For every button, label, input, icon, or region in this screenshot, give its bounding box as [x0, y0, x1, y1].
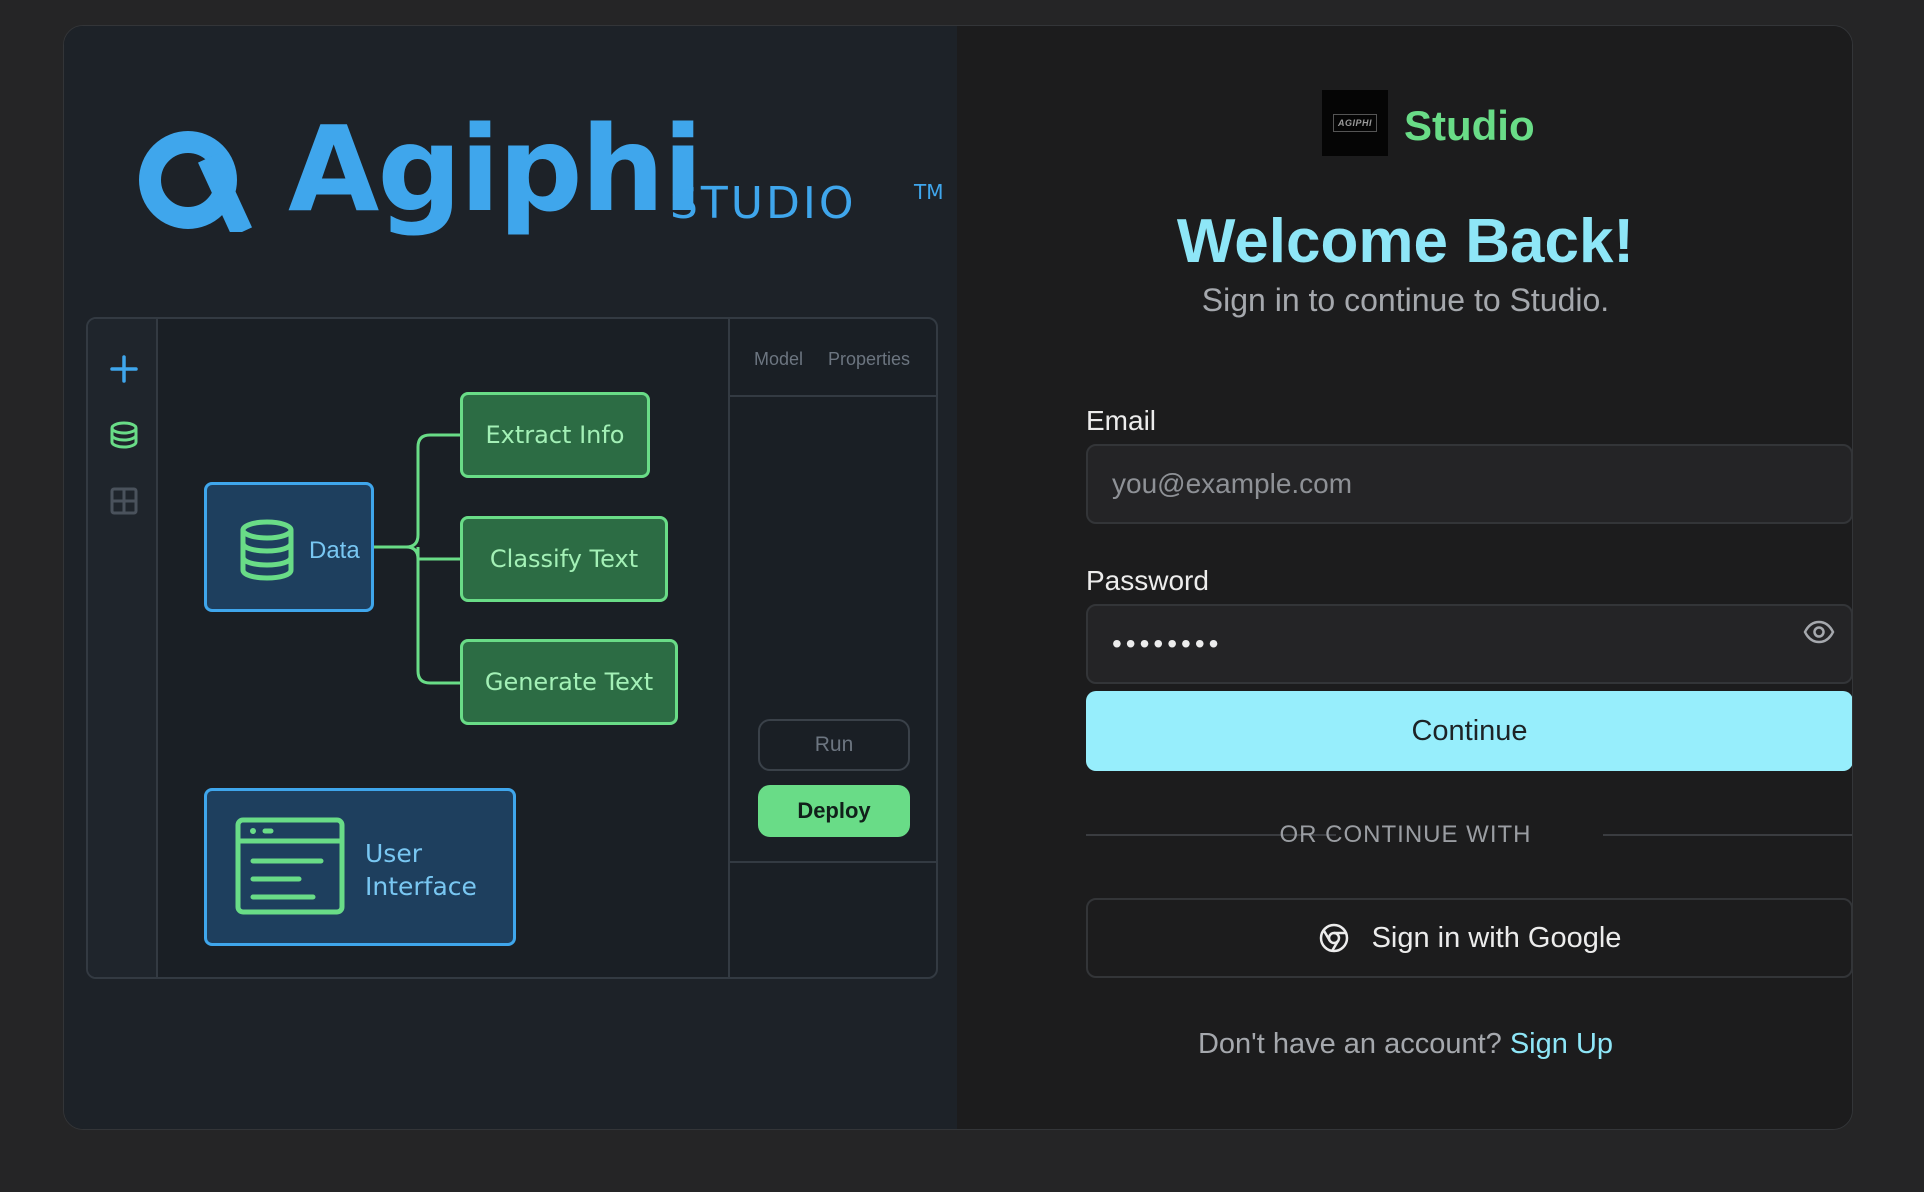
- panel-tabs: Model Properties: [730, 319, 936, 397]
- signup-prompt: Don't have an account?: [1197, 1028, 1502, 1060]
- properties-panel: Model Properties Run Deploy: [728, 319, 936, 977]
- login-card: Agiphi STUDIO TM Data Extract Info Class…: [63, 25, 1853, 1130]
- password-input[interactable]: [1086, 604, 1852, 684]
- logo-studio: STUDIO: [670, 178, 857, 229]
- node-data[interactable]: Data: [204, 482, 374, 612]
- email-label: Email: [1086, 405, 1157, 436]
- editor-mockup: Data Extract Info Classify Text Generate…: [86, 317, 938, 979]
- email-input[interactable]: [1086, 444, 1852, 524]
- run-button[interactable]: Run: [758, 719, 910, 771]
- chrome-icon: [1319, 923, 1348, 953]
- signup-row: Don't have an account? Sign Up: [957, 1028, 1852, 1061]
- tab-properties[interactable]: Properties: [828, 349, 910, 370]
- page-title: Welcome Back!: [1176, 207, 1635, 276]
- brand-logo: AGIPHI: [1322, 90, 1388, 156]
- logo-trademark: TM: [914, 180, 944, 204]
- window-icon: [235, 817, 345, 915]
- continue-button[interactable]: Continue: [1086, 691, 1852, 771]
- brand-name: Studio: [1404, 102, 1535, 149]
- node-generate-text[interactable]: Generate Text: [460, 639, 678, 725]
- google-signin-label: Sign in with Google: [1371, 921, 1622, 954]
- node-classify-text[interactable]: Classify Text: [460, 516, 668, 602]
- logo-wordmark: Agiphi: [288, 100, 703, 238]
- google-signin-button[interactable]: Sign in with Google: [1086, 898, 1852, 978]
- database-icon: [240, 519, 294, 581]
- promo-panel: Agiphi STUDIO TM Data Extract Info Class…: [64, 26, 957, 1129]
- login-panel: AGIPHI Studio Welcome Back! Sign in to c…: [957, 26, 1852, 1129]
- password-label: Password: [1086, 565, 1209, 596]
- node-extract-info[interactable]: Extract Info: [460, 392, 650, 478]
- node-data-label: Data: [309, 537, 360, 564]
- panel-divider: [730, 861, 936, 863]
- tab-model[interactable]: Model: [754, 349, 803, 370]
- deploy-button[interactable]: Deploy: [758, 785, 910, 837]
- eye-icon[interactable]: [1802, 615, 1836, 649]
- page-subtitle: Sign in to continue to Studio.: [1201, 282, 1610, 318]
- node-user-interface[interactable]: User Interface: [204, 788, 516, 946]
- node-user-interface-label: User Interface: [365, 839, 477, 901]
- agiphi-logo-mark-icon: [139, 131, 252, 232]
- signup-link[interactable]: Sign Up: [1510, 1028, 1613, 1060]
- agiphi-logo: Agiphi STUDIO TM: [138, 100, 943, 260]
- divider-right: [1603, 834, 1852, 836]
